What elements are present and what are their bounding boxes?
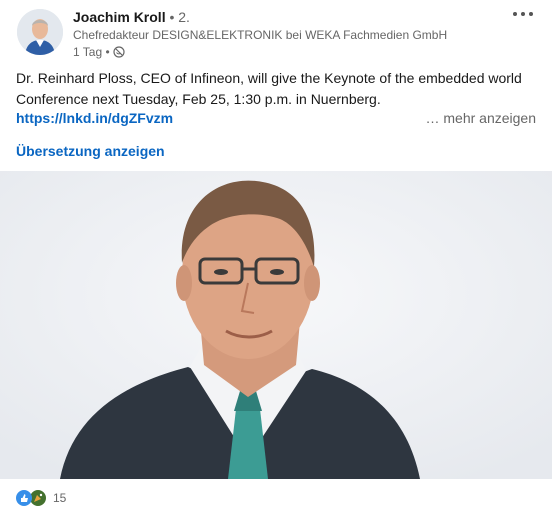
post-link[interactable]: https://lnkd.in/dgZFvzm [16,108,173,129]
author-headline: Chefredakteur DESIGN&ELEKTRONIK bei WEKA… [73,28,448,42]
globe-icon [113,46,125,58]
feed-post: Joachim Kroll • 2. Chefredakteur DESIGN&… [0,0,552,517]
post-meta: 1 Tag • [73,45,125,59]
reaction-count: 15 [53,491,67,505]
avatar-portrait [17,9,63,55]
like-icon [16,490,32,506]
reactions-bar[interactable]: 15 [16,488,66,508]
post-time: 1 Tag • [73,45,110,59]
post-image[interactable] [0,171,552,479]
translate-button[interactable]: Übersetzung anzeigen [16,141,165,162]
post-header: Joachim Kroll • 2. Chefredakteur DESIGN&… [0,0,552,62]
portrait-photo [0,171,552,479]
see-more-button[interactable]: … mehr anzeigen [425,108,536,129]
post-text: Dr. Reinhard Ploss, CEO of Infineon, wil… [16,70,522,107]
author-avatar[interactable] [17,9,63,55]
more-icon[interactable] [512,10,534,20]
author-line: Joachim Kroll • 2. [73,9,190,25]
author-name[interactable]: Joachim Kroll [73,9,166,25]
connection-degree: • 2. [169,9,190,25]
